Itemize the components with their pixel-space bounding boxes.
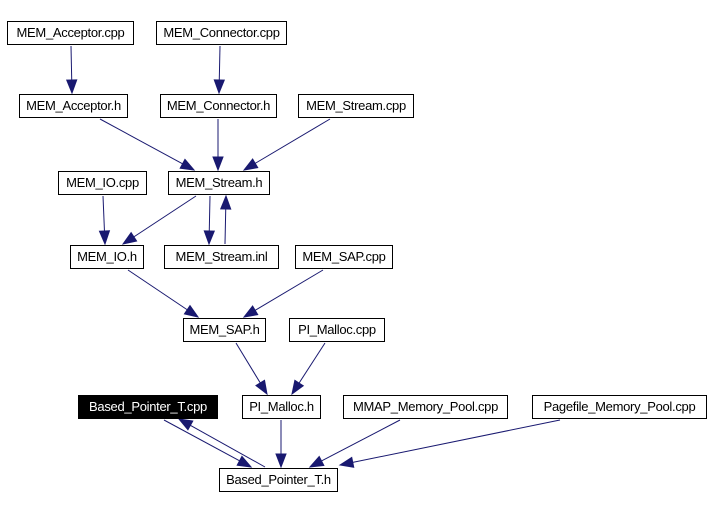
edge-mem_acceptor_h-to-mem_stream_h bbox=[99, 118, 183, 165]
edge-based_pointer_t_cpp-to-based_pointer_t_h bbox=[163, 419, 240, 462]
edge-based_pointer_t_h-to-based_pointer_t_cpp bbox=[190, 424, 266, 468]
arrowhead-icon bbox=[98, 230, 111, 246]
arrowhead-icon bbox=[203, 230, 216, 246]
node-mem-acceptor-cpp[interactable]: MEM_Acceptor.cpp bbox=[7, 21, 134, 45]
arrowhead-icon bbox=[291, 379, 305, 396]
node-mem-io-cpp[interactable]: MEM_IO.cpp bbox=[58, 171, 147, 195]
edge-pi_malloc_cpp-to-pi_malloc_h bbox=[298, 342, 326, 384]
arrowhead-icon bbox=[338, 456, 355, 468]
node-pagefile-memory-pool-cpp[interactable]: Pagefile_Memory_Pool.cpp bbox=[532, 395, 707, 419]
edge-mem_io_h-to-mem_sap_h bbox=[127, 269, 188, 311]
node-mem-sap-h[interactable]: MEM_SAP.h bbox=[183, 318, 266, 342]
node-mem-io-h[interactable]: MEM_IO.h bbox=[70, 245, 144, 269]
node-mem-stream-inl[interactable]: MEM_Stream.inl bbox=[164, 245, 279, 269]
arrowhead-icon bbox=[242, 158, 259, 171]
arrowhead-icon bbox=[177, 418, 194, 431]
arrowhead-icon bbox=[121, 231, 138, 245]
node-mem-connector-cpp[interactable]: MEM_Connector.cpp bbox=[156, 21, 287, 45]
edge-mem_sap_h-to-pi_malloc_h bbox=[235, 342, 261, 384]
arrowhead-icon bbox=[212, 156, 224, 172]
node-mem-connector-h[interactable]: MEM_Connector.h bbox=[160, 94, 277, 118]
edge-mem_stream_h-to-mem_stream_inl bbox=[208, 195, 211, 232]
node-mmap-memory-pool-cpp[interactable]: MMAP_Memory_Pool.cpp bbox=[343, 395, 508, 419]
node-mem-stream-cpp[interactable]: MEM_Stream.cpp bbox=[298, 94, 414, 118]
node-pi-malloc-h[interactable]: PI_Malloc.h bbox=[242, 395, 321, 419]
edge-mem_stream_inl-to-mem_stream_h bbox=[224, 208, 227, 245]
node-mem-sap-cpp[interactable]: MEM_SAP.cpp bbox=[295, 245, 393, 269]
arrowhead-icon bbox=[65, 79, 78, 95]
edge-mem_acceptor_cpp-to-mem_acceptor_h bbox=[70, 45, 73, 81]
edge-mem_stream_h-to-mem_io_h bbox=[133, 195, 197, 238]
edge-mem_sap_cpp-to-mem_sap_h bbox=[254, 269, 324, 311]
arrowhead-icon bbox=[179, 158, 196, 171]
node-mem-stream-h[interactable]: MEM_Stream.h bbox=[168, 171, 270, 195]
edge-mem_stream_cpp-to-mem_stream_h bbox=[254, 118, 331, 164]
arrowhead-icon bbox=[308, 455, 325, 468]
node-based-pointer-t-h[interactable]: Based_Pointer_T.h bbox=[219, 468, 338, 492]
arrowhead-icon bbox=[183, 304, 200, 318]
arrowhead-icon bbox=[219, 194, 232, 210]
edge-mem_connector_cpp-to-mem_connector_h bbox=[218, 45, 221, 81]
edge-pagefile_memory_pool_cpp-to-based_pointer_t_h bbox=[352, 419, 561, 463]
node-pi-malloc-cpp[interactable]: PI_Malloc.cpp bbox=[289, 318, 385, 342]
arrowhead-icon bbox=[213, 79, 226, 95]
node-mem-acceptor-h[interactable]: MEM_Acceptor.h bbox=[19, 94, 128, 118]
arrowhead-icon bbox=[255, 379, 268, 396]
edge-mem_io_cpp-to-mem_io_h bbox=[102, 195, 105, 232]
node-based-pointer-t-cpp[interactable]: Based_Pointer_T.cpp bbox=[78, 395, 218, 419]
arrowhead-icon bbox=[275, 453, 287, 469]
arrowhead-icon bbox=[242, 305, 259, 318]
